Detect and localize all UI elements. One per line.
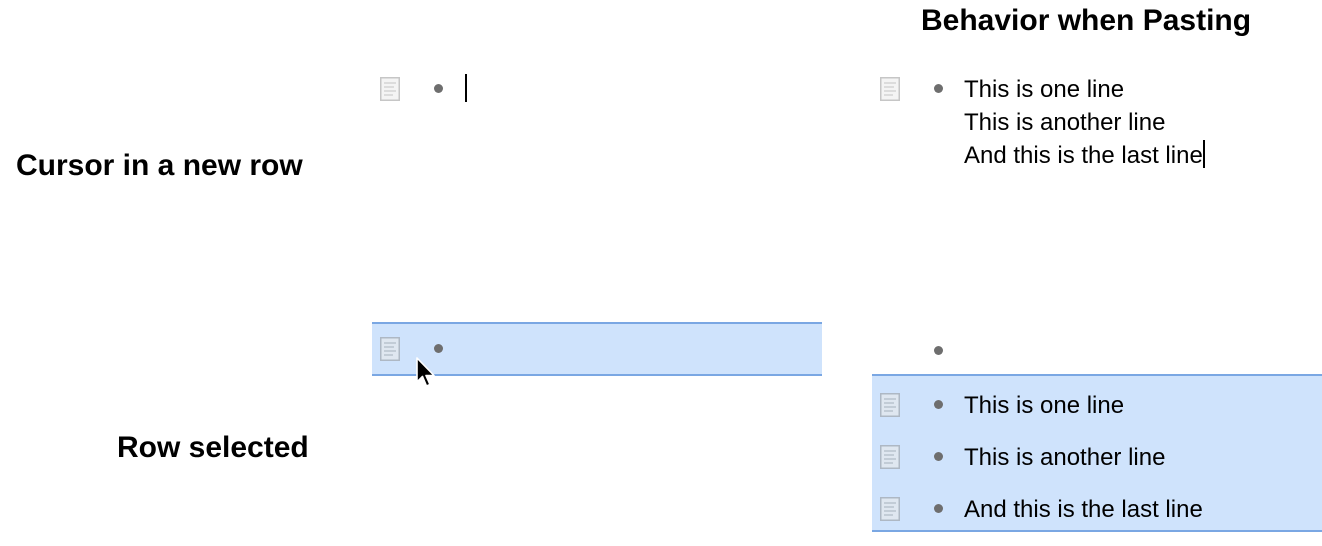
outline-row-selected[interactable]: And this is the last line [872,482,1322,534]
outline-row-selected[interactable]: This is one line [872,378,1322,430]
text-line: This is one line [964,76,1125,103]
row-bullet[interactable] [434,84,443,93]
text-line-with-caret: And this is the last line [964,140,1205,169]
row-bullet[interactable] [434,344,443,353]
row-bullet[interactable] [934,504,943,513]
heading-row-selected: Row selected [117,431,309,464]
row-text: This is another line [964,444,1166,471]
text-line: This is another line [964,109,1166,136]
heading-behavior-when-pasting: Behavior when Pasting [921,4,1252,37]
document-note-icon[interactable] [880,445,900,469]
text-caret [1202,140,1205,168]
document-note-icon[interactable] [380,77,400,101]
row-text-input[interactable]: This is one line This is another line An… [964,73,1205,172]
heading-cursor-in-new-row: Cursor in a new row [16,149,303,182]
document-note-icon[interactable] [380,337,400,361]
outline-row-selected[interactable]: This is another line [872,430,1322,482]
row-bullet[interactable] [934,84,943,93]
outline-row-selected-empty[interactable] [372,324,822,376]
row-text: And this is the last line [964,496,1203,523]
row-bullet[interactable] [934,400,943,409]
text-caret [465,74,467,102]
outline-row-empty[interactable] [872,324,1322,376]
outline-row-empty-editing[interactable] [372,62,822,114]
mouse-pointer-icon [416,357,435,387]
document-note-icon[interactable] [880,77,900,101]
document-note-icon[interactable] [880,497,900,521]
selected-rows-highlight[interactable]: This is one line This is another line An… [872,374,1322,532]
row-bullet[interactable] [934,346,943,355]
document-note-icon[interactable] [880,393,900,417]
selected-row-highlight[interactable] [372,322,822,376]
outline-row-multiline-paste[interactable]: This is one line This is another line An… [872,62,1322,182]
row-text-input[interactable] [464,73,467,106]
row-bullet[interactable] [934,452,943,461]
row-text: This is one line [964,392,1125,419]
